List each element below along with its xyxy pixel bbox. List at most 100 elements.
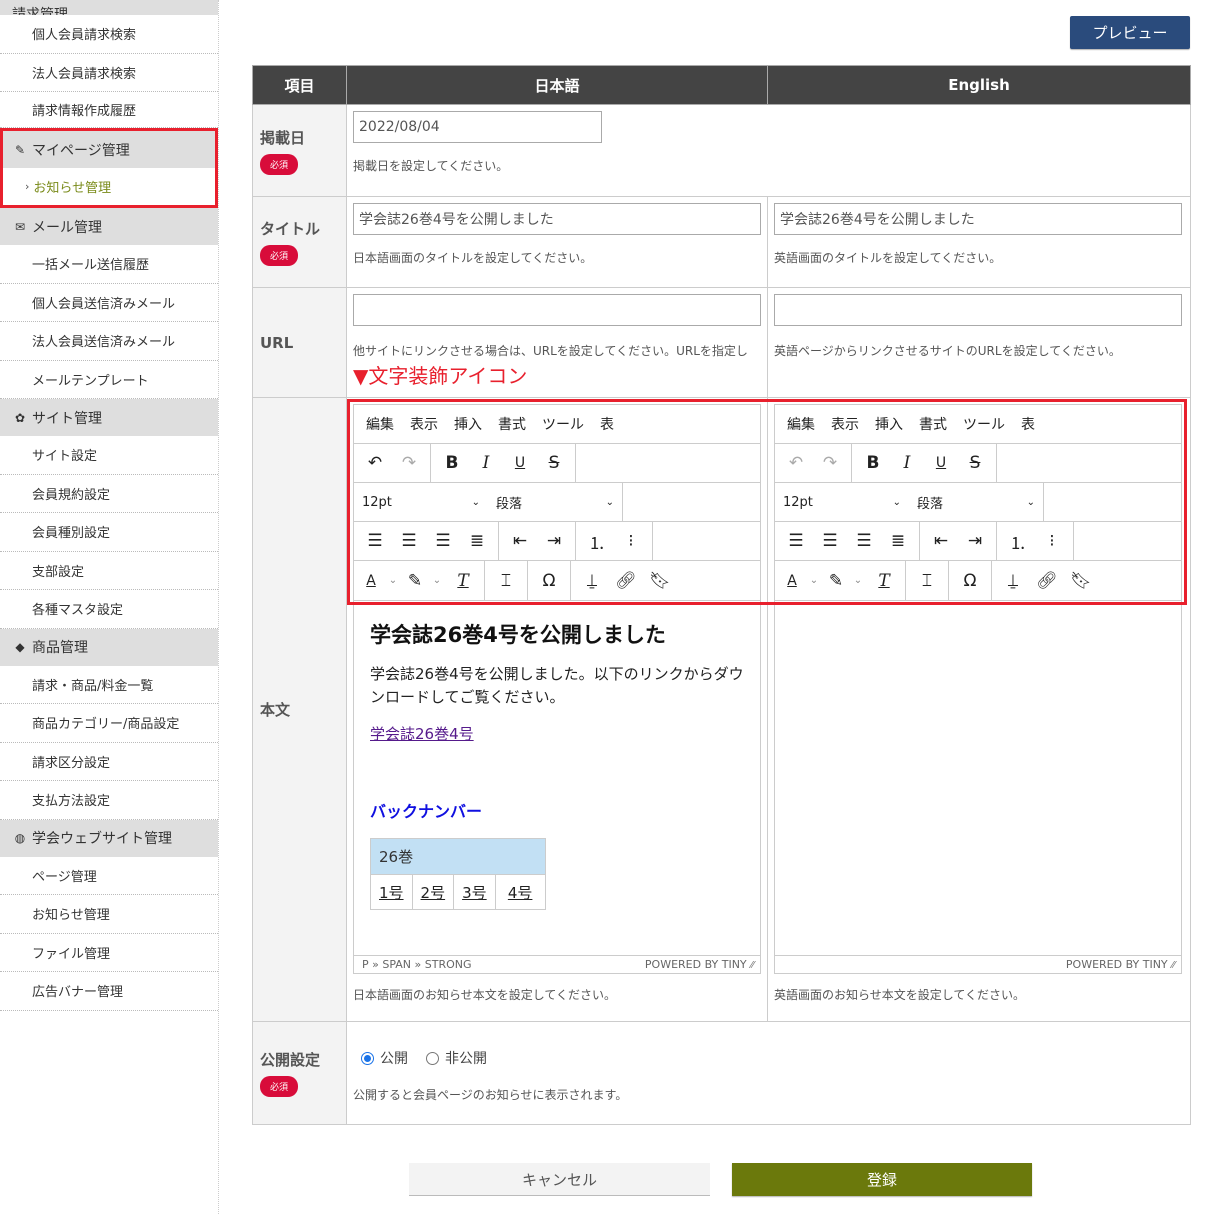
outdent-icon[interactable]: ⇤ (924, 526, 958, 556)
font-size-select[interactable]: 12pt ⌄ (354, 495, 488, 510)
sidebar-item[interactable]: ファイル管理 (0, 933, 218, 972)
sidebar-item[interactable]: 各種マスタ設定 (0, 590, 218, 629)
issue-link[interactable]: 2号 (421, 884, 446, 902)
align-center-icon[interactable]: ☰ (392, 526, 426, 556)
text-color-icon[interactable]: A (358, 566, 384, 596)
sidebar-section-mail[interactable]: ✉ メール管理 (0, 208, 218, 245)
strikethrough-icon[interactable]: S (958, 448, 992, 478)
stamp-icon[interactable]: ⍊ (575, 566, 609, 596)
sidebar-item[interactable]: 法人会員送信済みメール (0, 322, 218, 361)
chevron-down-icon[interactable]: ⌄ (805, 566, 823, 596)
bookmark-icon[interactable]: 🔖︎ (643, 566, 677, 596)
menu-table[interactable]: 表 (1021, 414, 1035, 434)
chevron-down-icon[interactable]: ⌄ (428, 566, 446, 596)
special-char-icon[interactable]: Ω (532, 566, 566, 596)
menu-view[interactable]: 表示 (410, 414, 438, 434)
url-en-input[interactable] (774, 294, 1182, 326)
sidebar-section-website[interactable]: ◍ 学会ウェブサイト管理 (0, 819, 218, 857)
menu-tools[interactable]: ツール (963, 414, 1005, 434)
menu-edit[interactable]: 編集 (366, 414, 394, 434)
sidebar-item[interactable]: メールテンプレート (0, 360, 218, 399)
undo-icon[interactable]: ↶ (358, 448, 392, 478)
sidebar-item[interactable]: 法人会員請求検索 (0, 53, 218, 92)
special-char-icon[interactable]: Ω (953, 566, 987, 596)
menu-format[interactable]: 書式 (919, 414, 947, 434)
sidebar-item[interactable]: 請求情報作成履歴 (0, 92, 218, 128)
align-justify-icon[interactable]: ≣ (460, 526, 494, 556)
chevron-down-icon[interactable]: ⌄ (384, 566, 402, 596)
page-break-icon[interactable]: ⌶ (910, 566, 944, 596)
sidebar-item[interactable]: 個人会員請求検索 (0, 15, 218, 54)
submit-button[interactable]: 登録 (732, 1163, 1032, 1196)
sidebar-item-news-active[interactable]: › お知らせ管理 (3, 168, 215, 205)
menu-view[interactable]: 表示 (831, 414, 859, 434)
menu-edit[interactable]: 編集 (787, 414, 815, 434)
italic-icon[interactable]: I (469, 448, 503, 478)
sidebar-item[interactable]: 会員規約設定 (0, 474, 218, 513)
redo-icon[interactable]: ↷ (392, 448, 426, 478)
align-right-icon[interactable]: ☰ (426, 526, 460, 556)
link-icon[interactable]: 🔗︎ (1030, 566, 1064, 596)
resize-handle-icon[interactable]: ⁄⁄ (751, 960, 754, 971)
sidebar-item[interactable]: 支部設定 (0, 551, 218, 590)
redo-icon[interactable]: ↷ (813, 448, 847, 478)
block-format-select[interactable]: 段落 ⌄ (909, 493, 1043, 512)
undo-icon[interactable]: ↶ (779, 448, 813, 478)
bold-icon[interactable]: B (435, 448, 469, 478)
sidebar-item[interactable]: 会員種別設定 (0, 513, 218, 552)
powered-by[interactable]: POWERED BY TINY (1066, 958, 1168, 971)
highlight-color-icon[interactable]: ✎ (823, 566, 849, 596)
sidebar-item[interactable]: 広告バナー管理 (0, 972, 218, 1011)
page-break-icon[interactable]: ⌶ (489, 566, 523, 596)
text-color-icon[interactable]: A (779, 566, 805, 596)
align-right-icon[interactable]: ☰ (847, 526, 881, 556)
radio-public-label[interactable]: 公開 (380, 1048, 408, 1068)
sidebar-item[interactable]: 支払方法設定 (0, 781, 218, 820)
menu-insert[interactable]: 挿入 (875, 414, 903, 434)
sidebar-item[interactable]: ページ管理 (0, 856, 218, 895)
sidebar-item[interactable]: 請求・商品/料金一覧 (0, 665, 218, 704)
editor-content-en[interactable] (775, 600, 1181, 955)
menu-tools[interactable]: ツール (542, 414, 584, 434)
align-left-icon[interactable]: ☰ (358, 526, 392, 556)
menu-format[interactable]: 書式 (498, 414, 526, 434)
sidebar-item[interactable]: 個人会員送信済みメール (0, 283, 218, 322)
powered-by[interactable]: POWERED BY TINY (645, 958, 747, 971)
clear-format-icon[interactable]: T (867, 566, 901, 596)
link-icon[interactable]: 🔗︎ (609, 566, 643, 596)
stamp-icon[interactable]: ⍊ (996, 566, 1030, 596)
sidebar-section-mypage[interactable]: ✎ マイページ管理 (3, 131, 215, 168)
clear-format-icon[interactable]: T (446, 566, 480, 596)
sidebar-item[interactable]: お知らせ管理 (0, 895, 218, 934)
sidebar-item[interactable]: サイト設定 (0, 436, 218, 475)
title-ja-input[interactable] (353, 203, 761, 235)
sidebar-section-product[interactable]: ◆ 商品管理 (0, 628, 218, 666)
strikethrough-icon[interactable]: S (537, 448, 571, 478)
sidebar-item[interactable]: 一括メール送信履歴 (0, 245, 218, 284)
bold-icon[interactable]: B (856, 448, 890, 478)
date-input[interactable] (353, 111, 602, 143)
bullet-list-icon[interactable]: ⁝ (1035, 526, 1069, 556)
sidebar-section-site[interactable]: ✿ サイト管理 (0, 399, 218, 436)
align-left-icon[interactable]: ☰ (779, 526, 813, 556)
indent-icon[interactable]: ⇥ (537, 526, 571, 556)
cancel-button[interactable]: キャンセル (409, 1163, 710, 1196)
radio-public[interactable] (361, 1051, 374, 1065)
issue-link[interactable]: 4号 (508, 884, 533, 902)
outdent-icon[interactable]: ⇤ (503, 526, 537, 556)
radio-private[interactable] (426, 1051, 439, 1065)
bookmark-icon[interactable]: 🔖︎ (1064, 566, 1098, 596)
url-ja-input[interactable] (353, 294, 761, 326)
align-center-icon[interactable]: ☰ (813, 526, 847, 556)
sidebar-item[interactable]: 請求区分設定 (0, 742, 218, 781)
block-format-select[interactable]: 段落 ⌄ (488, 493, 622, 512)
chevron-down-icon[interactable]: ⌄ (849, 566, 867, 596)
highlight-color-icon[interactable]: ✎ (402, 566, 428, 596)
align-justify-icon[interactable]: ≣ (881, 526, 915, 556)
sidebar-item[interactable]: 商品カテゴリー/商品設定 (0, 704, 218, 743)
issue-link[interactable]: 3号 (462, 884, 487, 902)
underline-icon[interactable]: U (503, 448, 537, 478)
resize-handle-icon[interactable]: ⁄⁄ (1172, 960, 1175, 971)
menu-insert[interactable]: 挿入 (454, 414, 482, 434)
radio-private-label[interactable]: 非公開 (445, 1048, 487, 1068)
